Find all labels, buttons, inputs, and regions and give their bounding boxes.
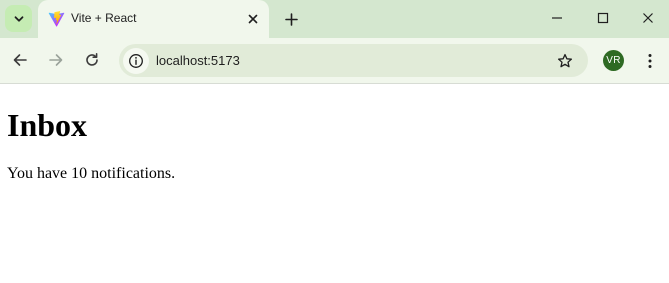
browser-toolbar: localhost:5173 VR	[0, 38, 669, 84]
url-text[interactable]: localhost:5173	[156, 53, 240, 68]
site-info-button[interactable]	[123, 48, 149, 74]
page-title: Inbox	[7, 107, 88, 143]
tab-active[interactable]: Vite + React	[38, 0, 269, 38]
window-close-button[interactable]	[633, 4, 663, 32]
browser-window: Vite + React localhost:5173 VR Inbox You…	[0, 0, 669, 283]
tab-strip: Vite + React	[0, 0, 669, 38]
reload-icon	[86, 53, 98, 66]
notification-message: You have 10 notifications.	[7, 165, 176, 182]
info-icon	[129, 54, 143, 68]
arrow-right-icon	[49, 54, 63, 66]
maximize-icon	[597, 12, 609, 24]
address-bar[interactable]: localhost:5173	[119, 44, 588, 77]
forward-button[interactable]	[44, 48, 68, 72]
new-tab-button[interactable]	[279, 7, 303, 31]
reload-button[interactable]	[80, 48, 104, 72]
tab-close-button[interactable]	[245, 11, 261, 27]
tab-title: Vite + React	[71, 11, 137, 25]
profile-avatar[interactable]: VR	[603, 50, 624, 71]
plus-icon	[284, 12, 298, 26]
arrow-left-icon	[13, 54, 27, 66]
bookmark-button[interactable]	[556, 52, 574, 70]
vite-logo-icon	[48, 11, 65, 27]
chevron-down-icon	[14, 15, 23, 22]
tab-search-button[interactable]	[5, 5, 32, 32]
minimize-button[interactable]	[542, 4, 572, 32]
browser-menu-button[interactable]	[641, 50, 659, 72]
close-icon	[643, 13, 653, 23]
back-button[interactable]	[8, 48, 32, 72]
minimize-icon	[552, 17, 562, 19]
star-icon	[557, 53, 573, 68]
close-icon	[248, 14, 258, 24]
maximize-button[interactable]	[588, 4, 618, 32]
page-content: Inbox You have 10 notifications.	[0, 85, 669, 283]
kebab-menu-icon	[648, 54, 652, 68]
